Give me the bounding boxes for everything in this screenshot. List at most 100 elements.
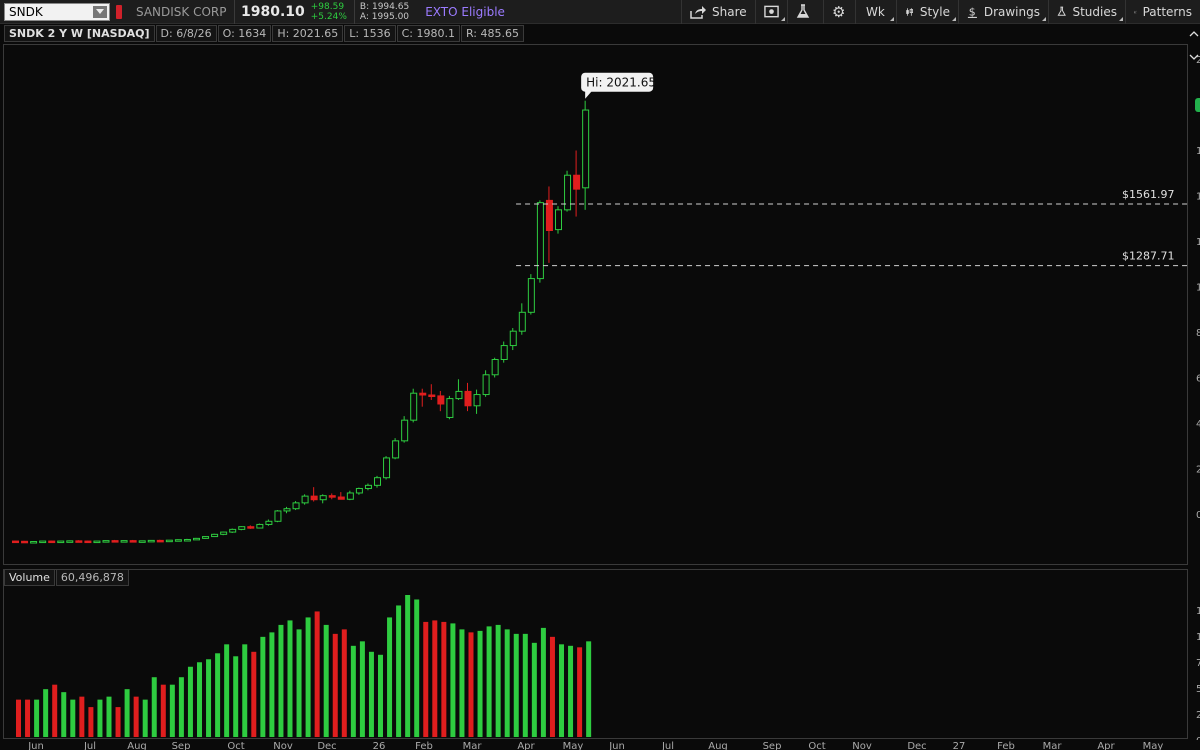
volume-bar xyxy=(296,629,302,737)
bid-ask: B: 1994.65 A: 1995.00 xyxy=(355,2,417,22)
candle-body xyxy=(455,390,463,400)
high-callout: Hi: 2021.65 xyxy=(581,72,656,99)
snapshot-menu-icon xyxy=(781,16,785,21)
price-chart[interactable]: $1561.97 $1287.71 Hi: 2021.65 xyxy=(4,45,1189,566)
info-high: H: 2021.65 xyxy=(272,25,344,42)
candle-body xyxy=(536,202,544,280)
volume-bar xyxy=(450,623,456,737)
style-button-label: Style xyxy=(919,4,950,19)
percent-change-value: +5.24% xyxy=(310,11,347,22)
candle-body xyxy=(564,174,572,211)
volume-bar xyxy=(504,629,510,737)
company-name: SANDISK CORP xyxy=(136,4,227,19)
candle-body xyxy=(147,539,155,543)
volume-bar xyxy=(206,659,212,737)
volume-bar xyxy=(142,699,148,737)
price-scale-tick: 1 xyxy=(1196,192,1200,203)
drawings-button[interactable]: $ Drawings xyxy=(958,0,1048,24)
candle-body xyxy=(337,496,345,500)
studies-menu-icon xyxy=(1119,16,1123,21)
candle-body xyxy=(174,539,182,542)
price-scale-tick: 8 xyxy=(1196,328,1200,339)
candle-body xyxy=(374,477,381,486)
volume-value: 60,496,878 xyxy=(55,569,129,586)
share-button[interactable]: Share xyxy=(681,0,755,24)
symbol-input[interactable]: SNDK xyxy=(4,2,110,21)
price-level-label: $1287.71 xyxy=(1122,250,1175,263)
patterns-button[interactable]: Patterns xyxy=(1125,0,1200,24)
candle-body xyxy=(75,540,83,543)
price-chart-panel[interactable]: $1561.97 $1287.71 Hi: 2021.65 xyxy=(3,44,1189,566)
candle-body xyxy=(111,540,119,543)
volume-bar xyxy=(106,696,112,737)
chart-title[interactable]: SNDK 2 Y W [NASDAQ] xyxy=(4,25,155,42)
volume-bar xyxy=(215,653,221,737)
candle-body xyxy=(491,358,499,376)
flask-button[interactable] xyxy=(787,0,823,24)
volume-label[interactable]: Volume xyxy=(4,569,55,586)
volume-bar xyxy=(359,641,365,737)
time-axis-tick: 26 xyxy=(373,741,386,750)
info-low: L: 1536 xyxy=(344,25,396,42)
dollar-drawing-icon: $ xyxy=(967,5,977,18)
studies-button[interactable]: Studies xyxy=(1048,0,1125,24)
candle-body xyxy=(301,495,309,504)
volume-bar xyxy=(187,666,193,737)
candle-body xyxy=(319,495,327,501)
volume-bar xyxy=(16,699,21,737)
volume-bar xyxy=(97,699,103,737)
svg-text:$: $ xyxy=(969,5,976,18)
time-axis-tick: Jun xyxy=(27,741,44,750)
price-scale-tick: 4 xyxy=(1196,419,1200,430)
volume-bar xyxy=(160,684,166,737)
volume-bar xyxy=(197,662,202,737)
volume-bar xyxy=(287,620,293,737)
candle-body xyxy=(446,398,454,418)
candle-body xyxy=(66,540,74,543)
snapshot-button[interactable] xyxy=(755,0,787,24)
symbol-dropdown-icon[interactable] xyxy=(93,5,107,18)
volume-bar xyxy=(305,617,311,737)
candle-body xyxy=(419,392,427,396)
volume-bar xyxy=(61,692,67,737)
volume-bar xyxy=(432,620,438,737)
volume-bar xyxy=(260,636,266,737)
volume-bar xyxy=(341,629,347,737)
time-axis-tick: Apr xyxy=(517,741,535,750)
candle-body xyxy=(401,419,409,442)
candle-body xyxy=(274,510,282,522)
volume-bar xyxy=(586,641,592,737)
patterns-icon xyxy=(1134,10,1137,13)
top-toolbar: SNDK SANDISK CORP 1980.10 +98.59 +5.24% … xyxy=(0,0,1200,24)
exto-eligible-badge[interactable]: EXTO Eligible xyxy=(417,5,513,19)
volume-bar xyxy=(577,647,583,737)
time-axis-tick: Jul xyxy=(661,741,674,750)
style-button[interactable]: Style xyxy=(896,0,958,24)
price-level-label: $1561.97 xyxy=(1122,188,1175,201)
candle-body xyxy=(138,540,146,543)
volume-bar xyxy=(559,644,564,737)
time-axis[interactable]: Jun Jul Aug Sep Oct Nov Dec 26 Feb Mar Apr May Jun Ju… xyxy=(0,739,1200,750)
patterns-button-label: Patterns xyxy=(1142,4,1192,19)
volume-bar xyxy=(513,633,519,737)
net-change: +98.59 +5.24% xyxy=(311,2,354,22)
time-axis-tick: Mar xyxy=(463,741,483,750)
time-axis-tick: Feb xyxy=(415,741,433,750)
scale-scroll-controls[interactable] xyxy=(1189,31,1200,112)
volume-bar xyxy=(178,677,184,737)
price-scale-tick: 1 xyxy=(1196,237,1200,248)
price-level-lines[interactable]: $1561.97 $1287.71 xyxy=(516,188,1189,267)
volume-chart[interactable] xyxy=(4,570,1189,740)
volume-panel[interactable] xyxy=(3,569,1188,739)
time-axis-tick: 27 xyxy=(953,741,966,750)
candle-body xyxy=(500,345,508,360)
price-scale[interactable]: 21111186420117520 xyxy=(1188,25,1200,740)
volume-bar xyxy=(233,656,239,737)
volume-bar xyxy=(43,689,49,737)
price-scale-ticks: 21111186420117520 xyxy=(1196,55,1200,740)
settings-button[interactable]: ⚙ xyxy=(823,0,855,24)
aggregation-button[interactable]: Wk xyxy=(855,0,896,24)
time-axis-tick: Aug xyxy=(127,741,147,750)
candle-body xyxy=(202,536,210,539)
candle-body xyxy=(156,539,164,543)
